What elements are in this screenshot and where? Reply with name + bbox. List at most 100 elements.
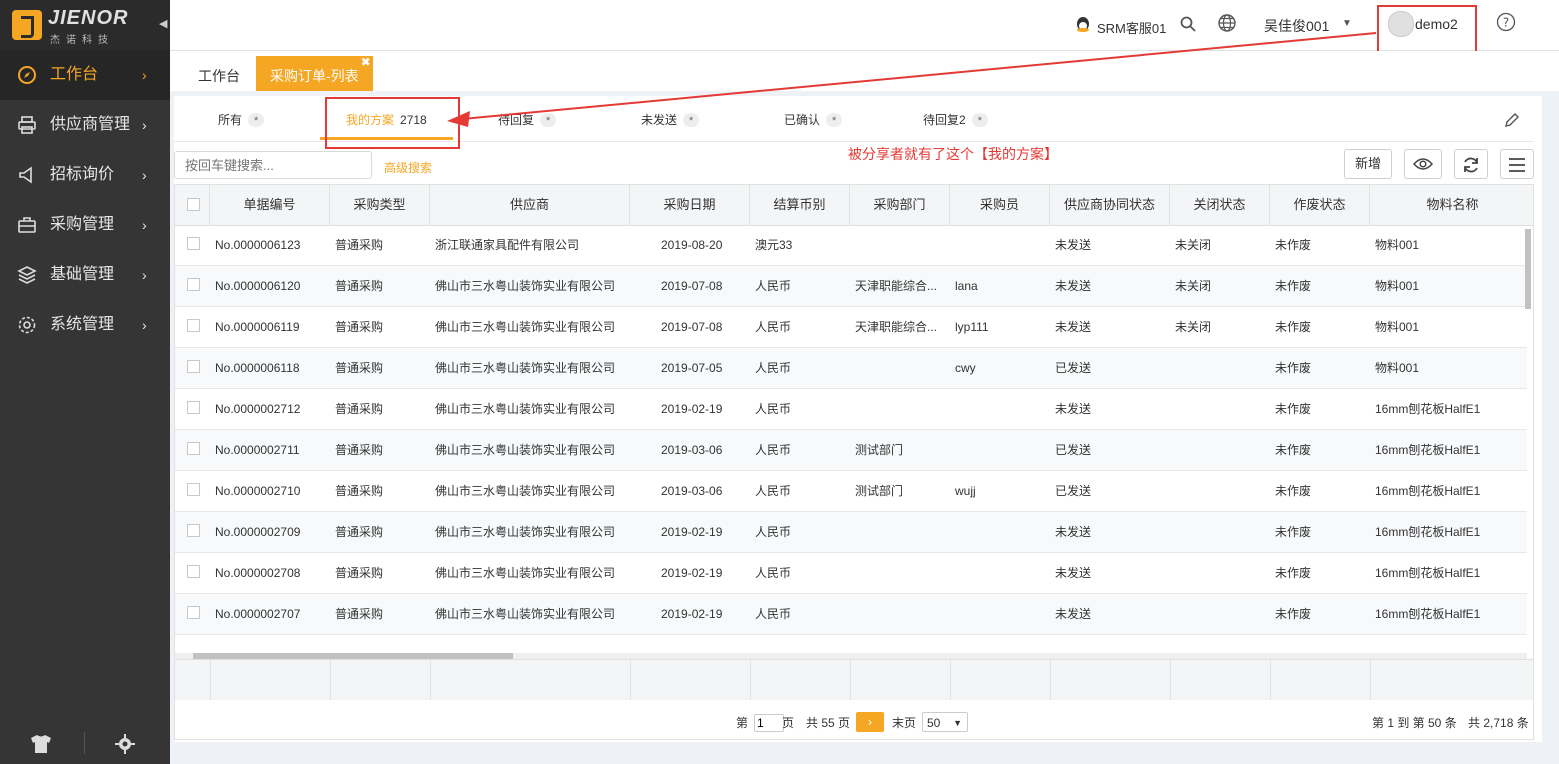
refresh-button[interactable] <box>1454 149 1488 179</box>
table-row[interactable]: No.0000002707 普通采购 佛山市三水粤山装饰实业有限公司 2019-02-… <box>175 594 1527 635</box>
col-header[interactable]: 采购类型 <box>330 185 430 225</box>
avatar[interactable] <box>1388 11 1414 37</box>
table-cell: 普通采购 <box>335 238 384 252</box>
row-checkbox[interactable] <box>187 319 200 332</box>
search-icon[interactable] <box>1180 16 1196 32</box>
table-cell: 人民币 <box>755 361 792 375</box>
col-header[interactable]: 供应商 <box>430 185 630 225</box>
row-checkbox[interactable] <box>187 237 200 250</box>
row-checkbox[interactable] <box>187 606 200 619</box>
settings-icon[interactable] <box>115 734 135 754</box>
svg-text:?: ? <box>1503 16 1509 30</box>
table-row[interactable]: No.0000002712 普通采购 佛山市三水粤山装饰实业有限公司 2019-02-… <box>175 389 1527 430</box>
col-header[interactable]: 关闭状态 <box>1170 185 1270 225</box>
table-cell: 未作废 <box>1275 279 1312 293</box>
table-row[interactable]: No.0000002710 普通采购 佛山市三水粤山装饰实业有限公司 2019-03-… <box>175 471 1527 512</box>
close-tab-icon[interactable]: ✖ <box>361 42 371 82</box>
collapse-sidebar-icon[interactable]: ◀ <box>159 17 167 30</box>
pagination: 第 页 共 55 页 › 末页 50 ▼ 第 1 到 第 50 条 共 2,718… <box>174 706 1534 736</box>
nav-item-purchase[interactable]: 采购管理 › <box>0 200 170 250</box>
table-cell: 佛山市三水粤山装饰实业有限公司 <box>435 525 616 539</box>
new-button[interactable]: 新增 <box>1344 149 1392 179</box>
select-all-cell <box>175 185 210 225</box>
table-cell: 未作废 <box>1275 361 1312 375</box>
row-checkbox[interactable] <box>187 524 200 537</box>
account-name[interactable]: demo2 <box>1415 16 1458 32</box>
tab-workbench[interactable]: 工作台 <box>184 56 254 91</box>
select-all-checkbox[interactable] <box>187 198 200 211</box>
table-cell: 未作废 <box>1275 607 1312 621</box>
table-cell: 未作废 <box>1275 566 1312 580</box>
col-header[interactable]: 结算币别 <box>750 185 850 225</box>
help-icon[interactable]: ? <box>1496 12 1516 32</box>
scroll-thumb[interactable] <box>1525 229 1531 309</box>
table-cell: 人民币 <box>755 279 792 293</box>
customer-service-link[interactable]: SRM客服01 <box>1097 18 1166 37</box>
nav-item-workbench[interactable]: 工作台 › <box>0 50 170 100</box>
row-checkbox[interactable] <box>187 401 200 414</box>
scheme-tab-pending-reply-2[interactable]: 待回复2 * <box>923 106 988 142</box>
nav-item-basic[interactable]: 基础管理 › <box>0 250 170 300</box>
table-cell <box>955 430 1050 470</box>
row-checkbox[interactable] <box>187 278 200 291</box>
nav-item-system[interactable]: 系统管理 › <box>0 300 170 350</box>
edit-pencil-icon[interactable] <box>1504 112 1520 128</box>
table-cell: No.0000006119 <box>215 320 300 334</box>
table-cell <box>1175 389 1270 429</box>
row-checkbox[interactable] <box>187 483 200 496</box>
grid-header: 单据编号 采购类型 供应商 采购日期 结算币别 采购部门 采购员 供应商协同状态… <box>175 185 1533 226</box>
col-header[interactable]: 供应商协同状态 <box>1050 185 1170 225</box>
advanced-search-link[interactable]: 高级搜索 <box>384 159 432 176</box>
user-dropdown[interactable]: 吴佳俊001 <box>1264 16 1329 36</box>
qq-icon[interactable] <box>1074 16 1092 34</box>
globe-icon[interactable] <box>1217 13 1237 33</box>
row-checkbox[interactable] <box>187 442 200 455</box>
table-cell: 未发送 <box>1055 566 1092 580</box>
search-input[interactable] <box>174 151 372 179</box>
table-row[interactable]: No.0000006123 普通采购 浙江联通家具配件有限公司 2019-08-20 澳… <box>175 225 1527 266</box>
tab-purchase-order-list[interactable]: 采购订单-列表 ✖ <box>256 55 373 91</box>
next-page-button[interactable]: › <box>856 712 884 732</box>
col-header[interactable]: 单据编号 <box>210 185 330 225</box>
scheme-tab-not-sent[interactable]: 未发送 * <box>641 106 700 142</box>
col-header[interactable]: 采购员 <box>950 185 1050 225</box>
sidebar-footer <box>0 720 170 764</box>
table-cell: 人民币 <box>755 443 792 457</box>
table-cell: 未作废 <box>1275 484 1312 498</box>
caret-down-icon[interactable]: ▼ <box>1342 18 1352 29</box>
col-header[interactable]: 作废状态 <box>1270 185 1370 225</box>
page-number-input[interactable] <box>754 714 784 732</box>
scheme-tab-pending-reply[interactable]: 待回复 * <box>498 106 557 142</box>
nav-item-supplier[interactable]: 供应商管理 › <box>0 100 170 150</box>
table-row[interactable]: No.0000006120 普通采购 佛山市三水粤山装饰实业有限公司 2019-07-… <box>175 266 1527 307</box>
brand-name: JIENOR <box>48 7 129 29</box>
nav-label: 系统管理 <box>50 316 115 333</box>
total-text: 共 2,718 条 <box>1468 716 1529 730</box>
row-checkbox[interactable] <box>187 565 200 578</box>
table-row[interactable]: No.0000002708 普通采购 佛山市三水粤山装饰实业有限公司 2019-02-… <box>175 553 1527 594</box>
table-cell: No.0000006118 <box>215 361 300 375</box>
scheme-tab-all[interactable]: 所有 * <box>218 106 265 142</box>
table-cell: 普通采购 <box>335 607 384 621</box>
scheme-tab-confirmed[interactable]: 已确认 * <box>784 106 843 142</box>
columns-menu-button[interactable] <box>1500 149 1534 179</box>
last-page-link[interactable]: 末页 <box>892 714 916 731</box>
col-header[interactable]: 采购部门 <box>850 185 950 225</box>
view-button[interactable] <box>1404 149 1442 179</box>
table-cell: No.0000006120 <box>215 279 301 293</box>
table-row[interactable]: No.0000006119 普通采购 佛山市三水粤山装饰实业有限公司 2019-07-… <box>175 307 1527 348</box>
table-cell: 2019-07-05 <box>661 361 723 375</box>
table-row[interactable]: No.0000002711 普通采购 佛山市三水粤山装饰实业有限公司 2019-03-… <box>175 430 1527 471</box>
page-size-select[interactable]: 50 ▼ <box>922 712 968 732</box>
tshirt-icon[interactable] <box>30 734 52 754</box>
table-cell: 佛山市三水粤山装饰实业有限公司 <box>435 484 616 498</box>
table-row[interactable]: No.0000002709 普通采购 佛山市三水粤山装饰实业有限公司 2019-02-… <box>175 512 1527 553</box>
scheme-badge: * <box>971 113 988 127</box>
nav-item-bidding[interactable]: 招标询价 › <box>0 150 170 200</box>
brand-logo[interactable]: JIENOR 杰诺科技 ◀ <box>0 0 170 50</box>
col-header[interactable]: 采购日期 <box>630 185 750 225</box>
vertical-scrollbar[interactable] <box>1525 229 1531 629</box>
col-header[interactable]: 物料名称 <box>1370 185 1533 225</box>
row-checkbox[interactable] <box>187 360 200 373</box>
table-row[interactable]: No.0000006118 普通采购 佛山市三水粤山装饰实业有限公司 2019-07-… <box>175 348 1527 389</box>
